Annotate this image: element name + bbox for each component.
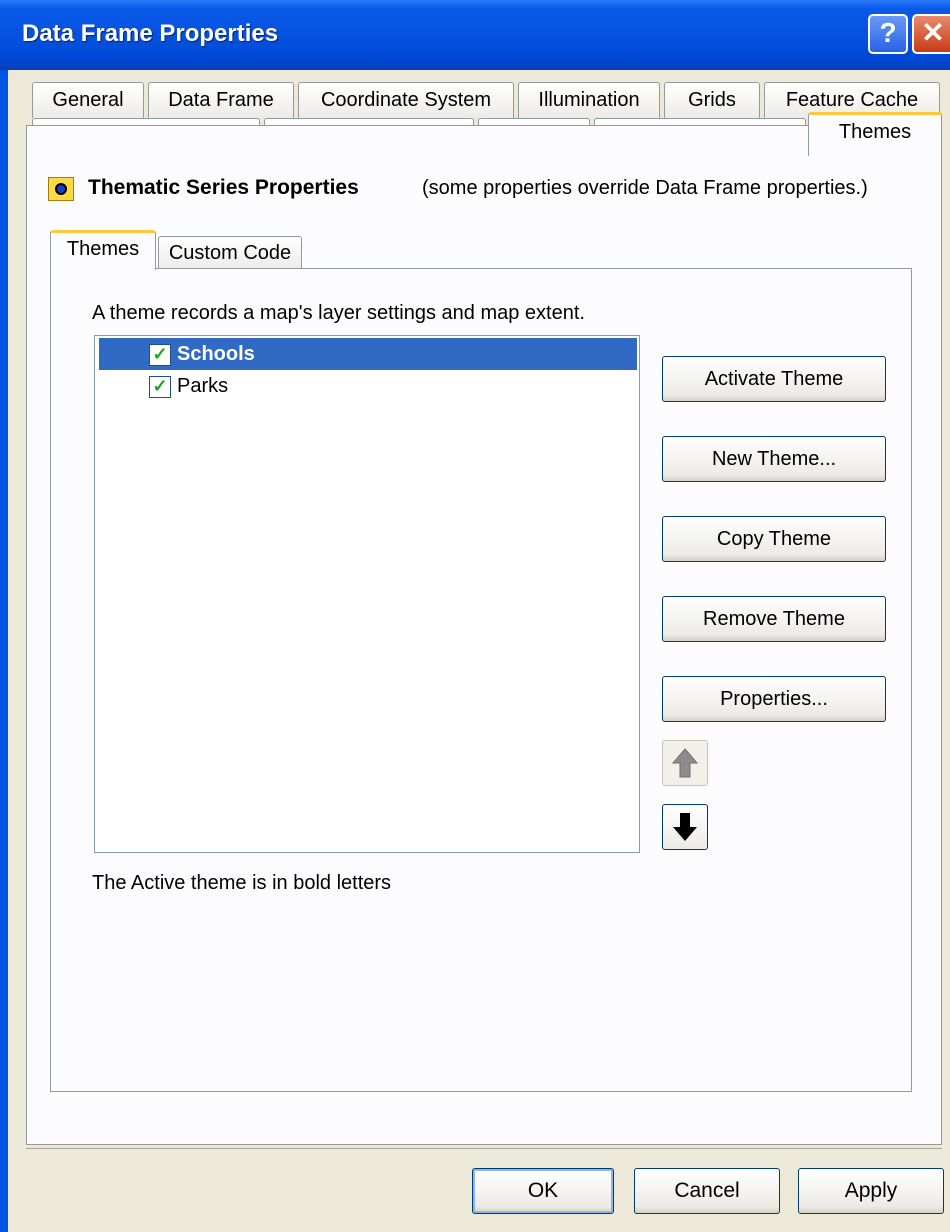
apply-button[interactable]: Apply <box>798 1168 944 1214</box>
tab-illumination[interactable]: Illumination <box>518 82 660 118</box>
remove-theme-button[interactable]: Remove Theme <box>662 596 886 642</box>
window-title: Data Frame Properties <box>22 20 279 47</box>
copy-theme-button[interactable]: Copy Theme <box>662 516 886 562</box>
move-up-button[interactable] <box>662 740 708 786</box>
tab-coordinate-system[interactable]: Coordinate System <box>298 82 514 118</box>
tab-data-frame[interactable]: Data Frame <box>148 82 294 118</box>
cancel-button[interactable]: Cancel <box>634 1168 780 1214</box>
ok-button[interactable]: OK <box>472 1168 614 1214</box>
active-theme-note: The Active theme is in bold letters <box>92 872 392 894</box>
inner-tab-themes[interactable]: Themes <box>50 230 156 270</box>
help-button[interactable]: ? <box>868 14 908 54</box>
section-note: (some properties override Data Frame pro… <box>422 177 868 199</box>
arrow-down-icon <box>673 813 697 841</box>
themes-list[interactable]: ✓ Schools ✓ Parks <box>94 335 640 853</box>
activate-theme-button[interactable]: Activate Theme <box>662 356 886 402</box>
close-button[interactable]: ✕ <box>912 14 950 54</box>
theme-label-schools: Schools <box>177 343 255 365</box>
title-bar[interactable]: Data Frame Properties ? ✕ <box>0 0 950 70</box>
tab-themes[interactable]: Themes <box>808 112 942 156</box>
checkbox-parks[interactable]: ✓ <box>149 376 171 398</box>
move-down-button[interactable] <box>662 804 708 850</box>
properties-button[interactable]: Properties... <box>662 676 886 722</box>
dialog-window: Data Frame Properties ? ✕ General Data F… <box>0 0 950 1232</box>
theme-label-parks: Parks <box>177 375 229 397</box>
tab-grids[interactable]: Grids <box>664 82 760 118</box>
thematic-series-icon <box>48 177 74 201</box>
arrow-up-icon <box>671 748 699 778</box>
checkbox-schools[interactable]: ✓ <box>149 344 171 366</box>
list-item[interactable]: ✓ Schools <box>99 338 637 370</box>
tab-general[interactable]: General <box>32 82 144 118</box>
new-theme-button[interactable]: New Theme... <box>662 436 886 482</box>
themes-description: A theme records a map's layer settings a… <box>92 302 585 324</box>
inner-tab-custom-code[interactable]: Custom Code <box>158 236 302 270</box>
list-item[interactable]: ✓ Parks <box>99 370 637 402</box>
section-title: Thematic Series Properties <box>88 176 359 199</box>
divider <box>26 1148 942 1149</box>
